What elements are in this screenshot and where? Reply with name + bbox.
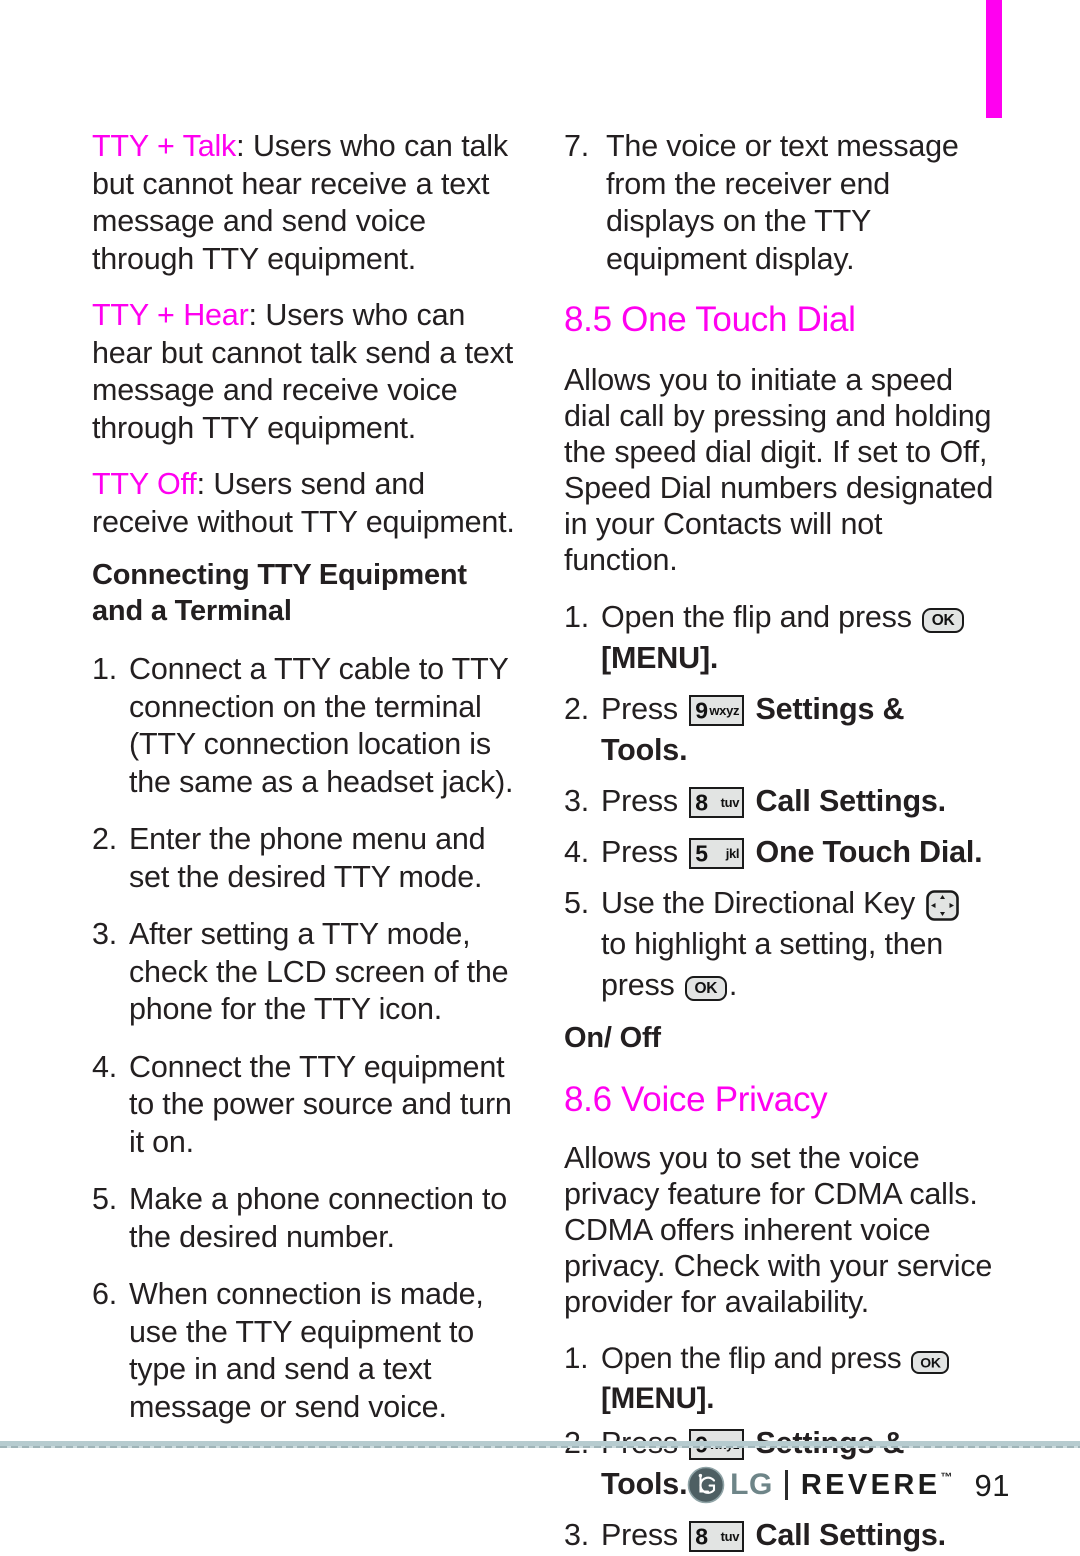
trademark-symbol: ™ xyxy=(940,1469,953,1484)
list-item: 4. Connect the TTY equipment to the power… xyxy=(92,1049,522,1162)
left-column: TTY + Talk: Users who can talk but canno… xyxy=(92,128,522,1426)
step-text: Use the Directional Key xyxy=(601,886,916,920)
step-number: 4. xyxy=(564,835,590,869)
key-digit: 8 xyxy=(695,789,708,815)
menu-label: Call Settings. xyxy=(755,1518,947,1552)
step-text: When connection is made, use the TTY equ… xyxy=(129,1277,484,1424)
revere-wordmark: REVERE™ xyxy=(800,1468,953,1501)
step-number: 5. xyxy=(564,886,590,920)
step-text-mid: to highlight a setting, then press xyxy=(601,927,944,1002)
list-item: 6. When connection is made, use the TTY e… xyxy=(92,1276,522,1426)
list-item: 7. The voice or text message from the rec… xyxy=(564,128,994,278)
term-label: TTY + Talk xyxy=(92,129,237,163)
subheading-connecting-tty: Connecting TTY Equipment and a Terminal xyxy=(92,559,467,627)
step-text: Open the flip and press xyxy=(601,600,912,634)
step-number: 3. xyxy=(92,917,118,951)
footer-dashed-underline xyxy=(0,1446,1080,1448)
revere-text: REVERE xyxy=(800,1468,941,1501)
key-digit: 5 xyxy=(695,840,708,866)
step-text: Press xyxy=(601,784,678,818)
section-heading-voice-privacy: 8.6 Voice Privacy xyxy=(564,1080,828,1119)
list-item: 3. After setting a TTY mode, check the LC… xyxy=(92,916,522,1029)
section-heading-one-touch-dial: 8.5 One Touch Dial xyxy=(564,300,856,339)
key-letters: wxyz xyxy=(709,702,740,718)
step-text: After setting a TTY mode, check the LCD … xyxy=(129,917,509,1026)
step-number: 3. xyxy=(564,1518,590,1552)
ok-key-icon[interactable]: OK xyxy=(911,1351,950,1374)
term-label: TTY + Hear xyxy=(92,298,249,332)
list-item: 4. Press 5 jkl One Touch Dial. xyxy=(564,832,994,873)
menu-label: Call Settings. xyxy=(755,784,947,818)
step-text: Press xyxy=(601,1518,678,1552)
list-item: 5. Use the Directional Key to highlight a… xyxy=(564,883,994,1006)
step-number: 3. xyxy=(564,784,590,818)
step-text-end: . xyxy=(728,968,738,1002)
one-touch-dial-description: Allows you to initiate a speed dial call… xyxy=(564,363,994,577)
menu-label: [MENU]. xyxy=(601,1382,715,1415)
step-text: The voice or text message from the recei… xyxy=(606,129,959,276)
ok-key-label: OK xyxy=(920,1354,941,1371)
ok-key-icon[interactable]: OK xyxy=(684,976,727,1001)
list-item: 3. Press 8 tuv Call Settings. xyxy=(564,1515,994,1556)
key-digit: 8 xyxy=(695,1523,708,1549)
subheading-on-off: On/ Off xyxy=(564,1022,661,1054)
footer-divider-rule xyxy=(0,1441,1080,1448)
definition-tty-hear: TTY + Hear: Users who can hear but canno… xyxy=(92,297,522,447)
definition-tty-off: TTY Off: Users send and receive without … xyxy=(92,466,522,541)
lg-logo-icon xyxy=(687,1466,725,1504)
step-number: 7. xyxy=(564,129,590,163)
right-column: 7. The voice or text message from the rec… xyxy=(564,128,994,1556)
key-letters: jkl xyxy=(725,845,740,861)
step-text: Connect the TTY equipment to the power s… xyxy=(129,1049,512,1159)
page-footer: LG REVERE™ 91 xyxy=(0,1462,1010,1508)
key-8-tuv-icon[interactable]: 8 tuv xyxy=(689,1521,745,1552)
step-number: 2. xyxy=(564,692,590,726)
key-digit: 9 xyxy=(695,697,708,723)
key-5-jkl-icon[interactable]: 5 jkl xyxy=(689,838,745,869)
step-text: Press xyxy=(601,835,678,869)
list-item: 3. Press 8 tuv Call Settings. xyxy=(564,781,994,822)
step-text: Enter the phone menu and set the desired… xyxy=(129,822,486,894)
lg-wordmark: LG xyxy=(730,1468,773,1501)
list-item: 2. Enter the phone menu and set the desir… xyxy=(92,821,522,896)
definition-tty-talk: TTY + Talk: Users who can talk but canno… xyxy=(92,128,522,278)
list-item: 5. Make a phone connection to the desired… xyxy=(92,1181,522,1256)
step-number: 1. xyxy=(564,1342,589,1375)
footer-divider xyxy=(784,1470,788,1500)
step-number: 5. xyxy=(92,1182,118,1216)
list-item: 1. Open the flip and press OK [MENU]. xyxy=(564,1339,994,1419)
list-item: 1. Open the flip and press OK [MENU]. xyxy=(564,597,994,679)
step-number: 1. xyxy=(92,652,118,686)
key-letters: tuv xyxy=(720,794,740,810)
step-number: 2. xyxy=(92,822,118,856)
connecting-steps-list: 1. Connect a TTY cable to TTY connection … xyxy=(92,651,522,1426)
ok-key-label: OK xyxy=(694,979,718,997)
step-text: Connect a TTY cable to TTY connection on… xyxy=(129,652,514,799)
step-text: Open the flip and press xyxy=(601,1342,902,1375)
key-9-wxyz-icon[interactable]: 9wxyz xyxy=(689,695,745,726)
step-text: Make a phone connection to the desired n… xyxy=(129,1182,508,1254)
step-number: 1. xyxy=(564,600,590,634)
key-8-tuv-icon[interactable]: 8 tuv xyxy=(689,787,745,818)
ok-key-icon[interactable]: OK xyxy=(922,608,965,633)
menu-label: [MENU]. xyxy=(601,641,719,675)
list-item: 1. Connect a TTY cable to TTY connection … xyxy=(92,651,522,801)
connecting-steps-continued: 7. The voice or text message from the rec… xyxy=(564,128,994,278)
step-number: 6. xyxy=(92,1277,118,1311)
manual-page: TTY + Talk: Users who can talk but canno… xyxy=(0,0,1080,1552)
one-touch-dial-steps: 1. Open the flip and press OK [MENU]. 2. P… xyxy=(564,597,994,1006)
directional-key-icon[interactable] xyxy=(926,890,960,921)
step-text: Press xyxy=(601,692,678,726)
key-letters: tuv xyxy=(720,1528,740,1544)
list-item: 2.Press 9wxyz Settings & Tools. xyxy=(564,689,994,771)
ok-key-label: OK xyxy=(931,611,955,629)
page-number: 91 xyxy=(974,1467,1010,1503)
menu-label: One Touch Dial. xyxy=(755,835,983,869)
step-number: 4. xyxy=(92,1049,118,1084)
voice-privacy-description: Allows you to set the voice privacy feat… xyxy=(564,1141,993,1319)
term-label: TTY Off xyxy=(92,467,197,501)
